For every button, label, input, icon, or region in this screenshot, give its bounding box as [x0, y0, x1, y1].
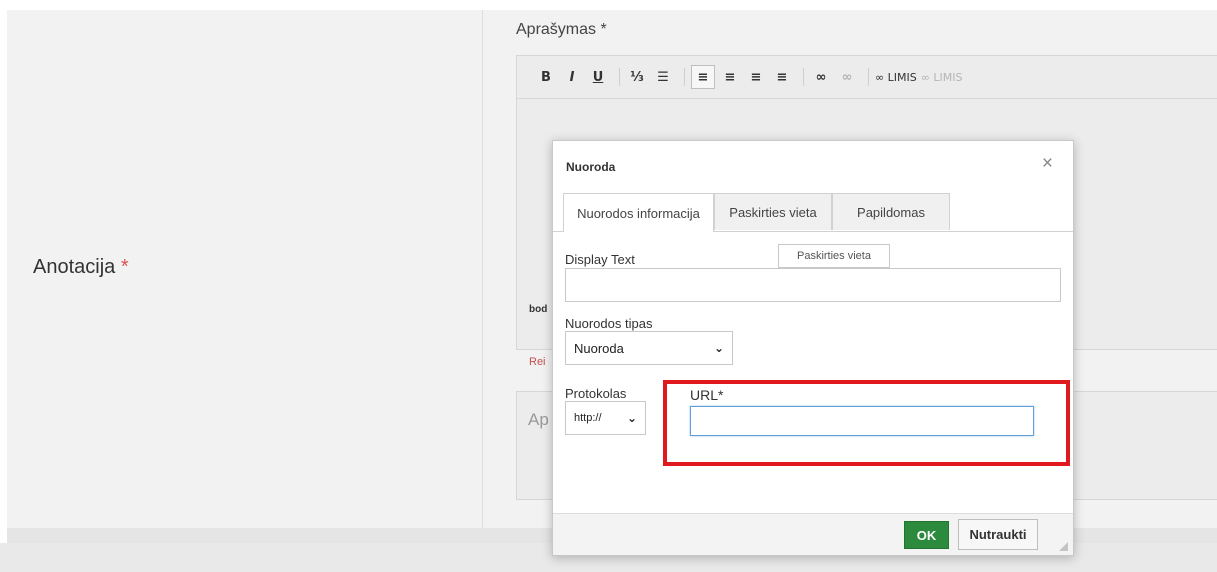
unlink-icon: ∞ — [841, 69, 853, 85]
tab-nuorodos-informacija[interactable]: Nuorodos informacija — [563, 193, 714, 232]
protocol-label: Protokolas — [565, 386, 627, 401]
toolbar-separator — [803, 68, 804, 86]
ok-button[interactable]: OK — [904, 521, 949, 549]
display-text-label: Display Text — [565, 252, 635, 267]
align-center-icon[interactable]: ≡ — [719, 66, 741, 88]
link-type-select[interactable]: Nuoroda ⌄ — [565, 331, 733, 365]
justify-icon[interactable]: ≡ — [771, 66, 793, 88]
align-right-icon[interactable]: ≡ — [745, 66, 767, 88]
column-divider — [482, 10, 483, 543]
chevron-down-icon: ⌄ — [626, 411, 637, 425]
chevron-down-icon: ⌄ — [713, 341, 724, 355]
italic-button[interactable]: I — [561, 66, 583, 88]
toolbar-separator — [684, 68, 685, 86]
url-input[interactable] — [690, 406, 1034, 436]
protocol-select[interactable]: http:// ⌄ — [565, 401, 646, 435]
limis-link-button[interactable]: ∞ LIMIS — [875, 66, 917, 88]
link-type-label: Nuorodos tipas — [565, 316, 653, 331]
align-left-icon[interactable]: ≡ — [691, 65, 715, 89]
bullet-list-icon[interactable]: ☰ — [652, 66, 674, 88]
tab-paskirties-vieta[interactable]: Paskirties vieta — [714, 193, 832, 230]
resize-handle[interactable] — [1059, 542, 1068, 551]
element-path: bod — [529, 304, 548, 315]
link-type-value: Nuoroda — [574, 340, 624, 356]
bold-button[interactable]: B — [535, 66, 557, 88]
underline-button[interactable]: U — [587, 66, 609, 88]
editor-hint: Rei — [529, 356, 546, 368]
close-icon[interactable]: × — [1042, 153, 1053, 175]
toolbar-separator — [619, 68, 620, 86]
dialog-tabs: Nuorodos informacija Paskirties vieta Pa… — [553, 193, 1073, 232]
protocol-value: http:// — [574, 412, 602, 424]
tooltip: Paskirties vieta — [778, 244, 890, 268]
toolbar-separator — [868, 68, 869, 86]
display-text-input[interactable] — [565, 268, 1061, 302]
dialog-footer: OK Nutraukti — [553, 513, 1073, 555]
anotacija-text: Anotacija — [33, 256, 116, 278]
ordered-list-icon[interactable]: ⅓ — [626, 66, 648, 88]
tab-papildomas[interactable]: Papildomas — [832, 193, 950, 230]
editor-toolbar: B I U ⅓ ☰ ≡ ≡ ≡ ≡ ∞ ∞ ∞ LIMIS ∞ LIMIS — [517, 56, 1217, 98]
aprasymas-label: Aprašymas * — [516, 21, 607, 38]
cancel-button[interactable]: Nutraukti — [958, 519, 1038, 550]
link-dialog: Nuoroda × Nuorodos informacija Paskirtie… — [552, 140, 1074, 556]
anotacija-label: Anotacija * — [33, 256, 129, 279]
second-editor-placeholder: Ap — [528, 410, 549, 429]
required-mark: * — [120, 256, 129, 278]
url-label: URL* — [690, 387, 724, 403]
limis-unlink-button: ∞ LIMIS — [920, 70, 963, 84]
dialog-title: Nuoroda — [566, 160, 616, 174]
link-icon[interactable]: ∞ — [810, 66, 832, 88]
